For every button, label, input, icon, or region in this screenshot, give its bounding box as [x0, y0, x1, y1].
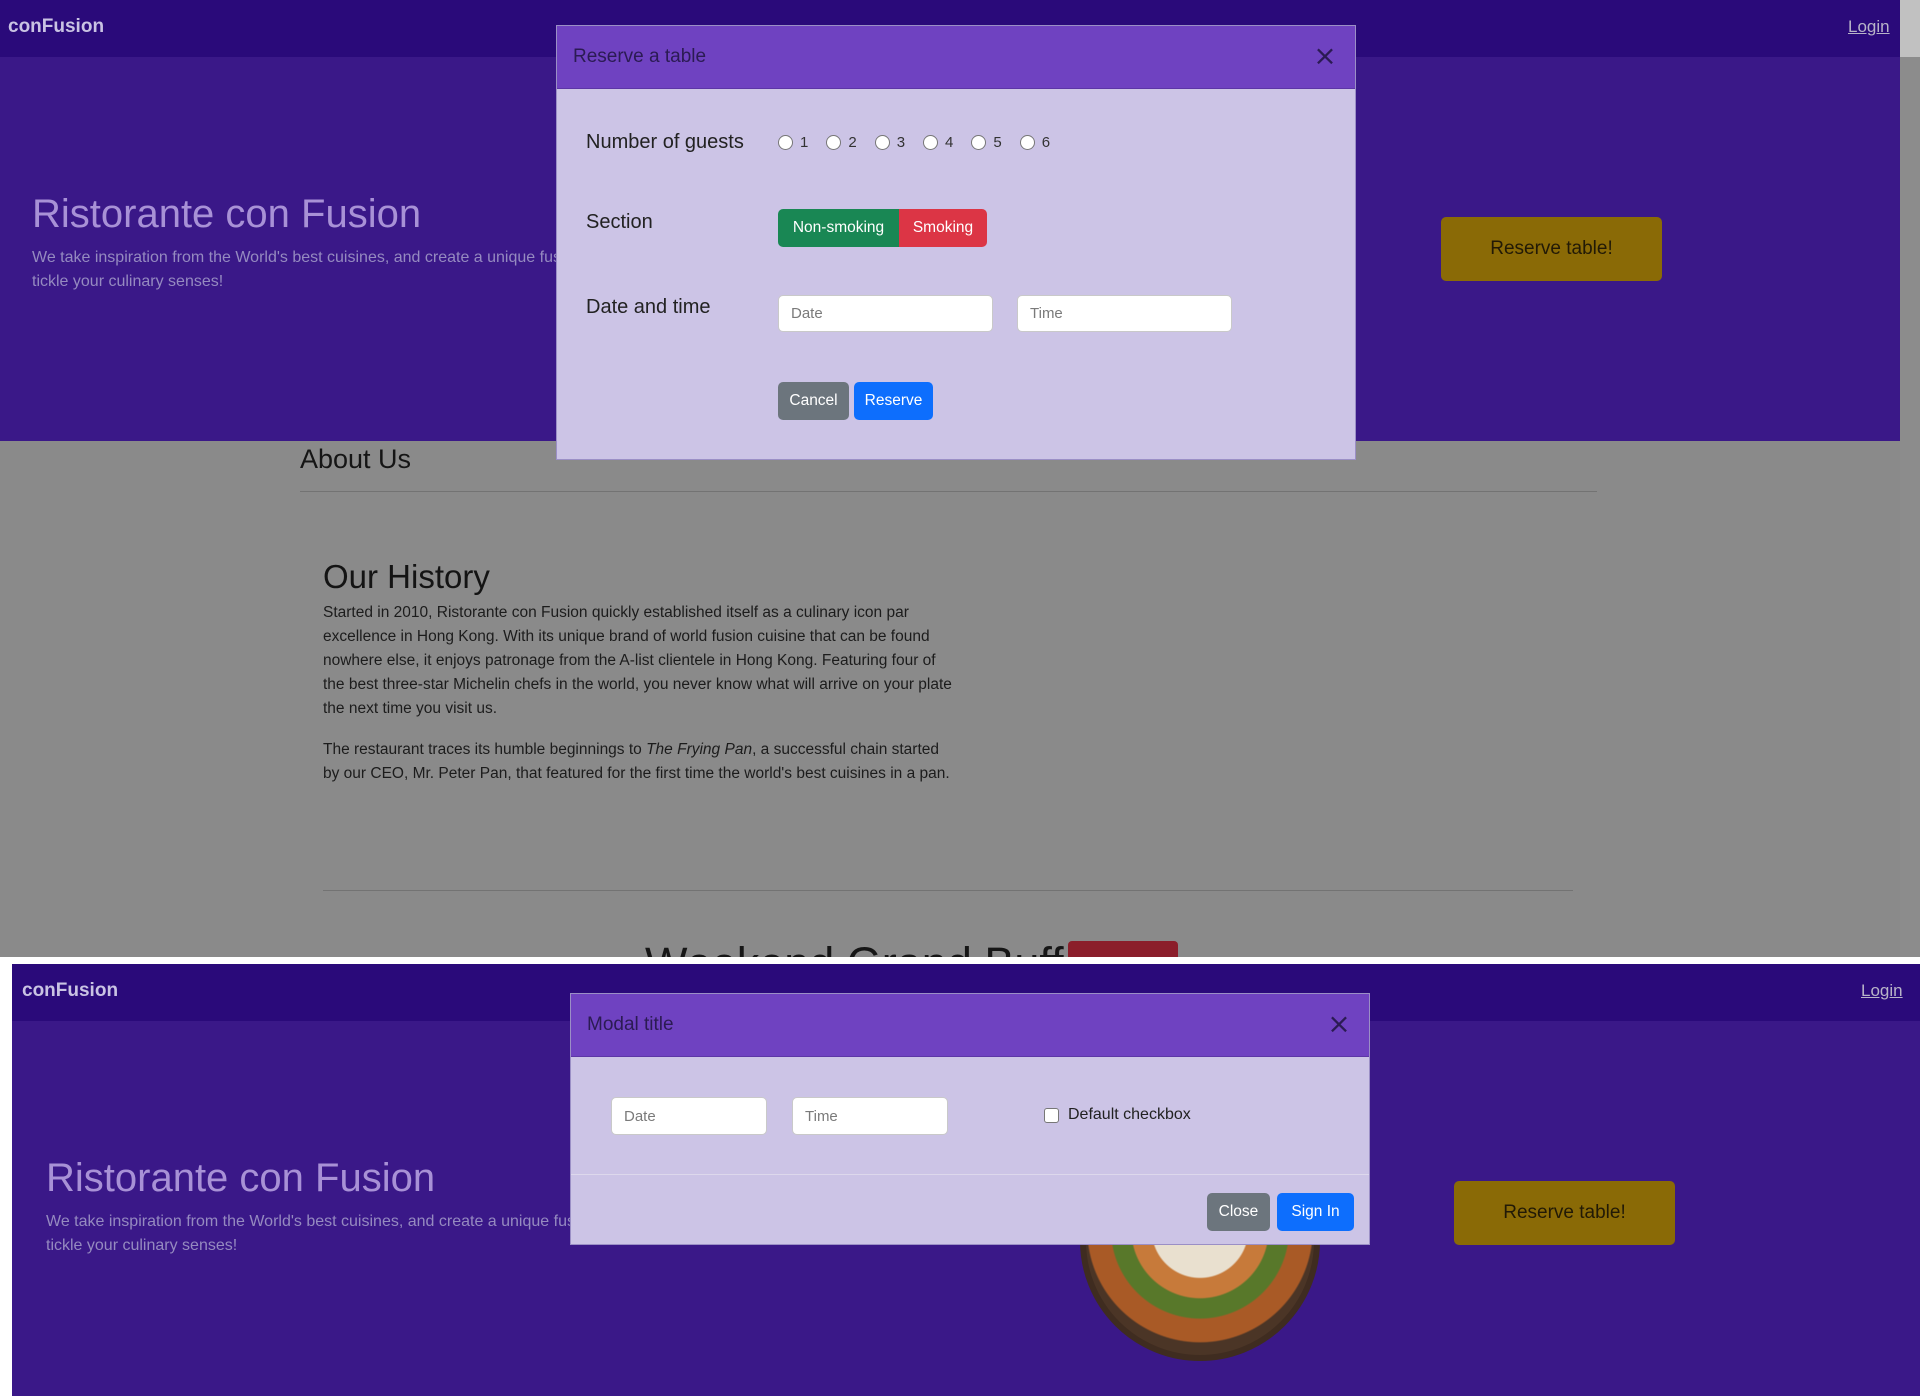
history-paragraph-2-prefix: The restaurant traces its humble beginni…: [323, 741, 647, 758]
scrollbar-thumb[interactable]: [1900, 0, 1920, 57]
our-history-heading: Our History: [323, 558, 490, 595]
guest-radio-5[interactable]: 5: [971, 134, 1002, 151]
reserve-table-button[interactable]: Reserve table!: [1441, 217, 1662, 281]
history-paragraph-2: The restaurant traces its humble beginni…: [323, 738, 953, 786]
radio-dot: [826, 135, 842, 150]
close-icon[interactable]: ×: [1327, 1010, 1351, 1038]
radio-dot: [778, 135, 793, 150]
guest-option-5: 5: [993, 134, 1002, 151]
guest-radio-3[interactable]: 3: [874, 134, 906, 151]
signin-modal: Modal title × Date Time Default checkbox…: [570, 993, 1370, 1245]
weekend-buffet-heading: Weekend Grand Buffet: [645, 938, 1101, 957]
modal-header: Modal title ×: [571, 994, 1369, 1057]
screenshot-signin-modal: conFusion Login Ristorante con Fusion We…: [12, 964, 1920, 1396]
close-icon[interactable]: ×: [1313, 42, 1337, 70]
content-overlay: [0, 441, 1912, 957]
guest-option-2: 2: [848, 134, 857, 151]
non-smoking-button[interactable]: Non-smoking: [778, 209, 899, 247]
guest-radio-4[interactable]: 4: [923, 134, 953, 151]
about-us-heading: About Us: [300, 444, 412, 474]
brand-logo[interactable]: conFusion: [22, 980, 118, 1002]
guest-radio-2[interactable]: 2: [826, 134, 857, 151]
checkbox-label: Default checkbox: [1068, 1106, 1191, 1123]
hero-lead: We take inspiration from the World's bes…: [32, 249, 561, 290]
guests-label: Number of guests: [586, 131, 744, 153]
reserve-table-modal: Reserve a table × Number of guests 1 2 3…: [556, 25, 1356, 460]
hero-title: Ristorante con Fusion: [46, 1156, 436, 1200]
guest-radio-1[interactable]: 1: [778, 134, 808, 151]
time-input[interactable]: Time: [792, 1097, 948, 1135]
guest-option-1: 1: [800, 134, 809, 151]
history-paragraph-1: Started in 2010, Ristorante con Fusion q…: [323, 604, 952, 717]
radio-dot: [1019, 135, 1035, 150]
modal-title: Reserve a table: [573, 46, 707, 67]
date-input[interactable]: Date: [778, 295, 993, 332]
modal-footer-divider: [571, 1174, 1369, 1175]
guest-radio-6[interactable]: 6: [1019, 134, 1051, 151]
datetime-label: Date and time: [586, 296, 711, 318]
default-checkbox[interactable]: [1044, 1108, 1059, 1123]
guests-radio-group: 1 2 3 4 5 6: [778, 134, 1050, 151]
reserve-table-button[interactable]: Reserve table!: [1454, 1181, 1675, 1245]
about-divider: [300, 491, 1597, 492]
login-link[interactable]: Login: [1861, 981, 1903, 1001]
radio-dot: [923, 135, 939, 150]
scrollbar-track[interactable]: [1900, 0, 1920, 957]
reserve-button[interactable]: Reserve: [854, 382, 933, 420]
screenshot-reserve-modal: conFusion Login Ristorante con Fusion We…: [0, 0, 1920, 957]
new-badge: [1068, 941, 1178, 957]
frying-pan-name: The Frying Pan: [646, 741, 753, 758]
radio-dot: [971, 135, 987, 150]
brand-logo[interactable]: conFusion: [8, 16, 104, 38]
history-divider: [323, 890, 1573, 891]
hero-lead: We take inspiration from the World's bes…: [46, 1213, 575, 1254]
modal-title: Modal title: [587, 1014, 674, 1035]
close-button[interactable]: Close: [1207, 1193, 1270, 1231]
modal-header: Reserve a table ×: [557, 26, 1355, 89]
date-input[interactable]: Date: [611, 1097, 767, 1135]
cancel-button[interactable]: Cancel: [778, 382, 849, 420]
smoking-button[interactable]: Smoking: [899, 209, 987, 247]
sign-in-button[interactable]: Sign In: [1277, 1193, 1354, 1231]
hero-title: Ristorante con Fusion: [32, 192, 422, 236]
radio-dot: [874, 135, 890, 150]
section-label: Section: [586, 211, 653, 233]
guest-option-4: 4: [945, 134, 954, 151]
login-link[interactable]: Login: [1848, 17, 1890, 37]
time-input[interactable]: Time: [1017, 295, 1232, 332]
guest-option-6: 6: [1041, 134, 1051, 151]
guest-option-3: 3: [896, 134, 906, 151]
